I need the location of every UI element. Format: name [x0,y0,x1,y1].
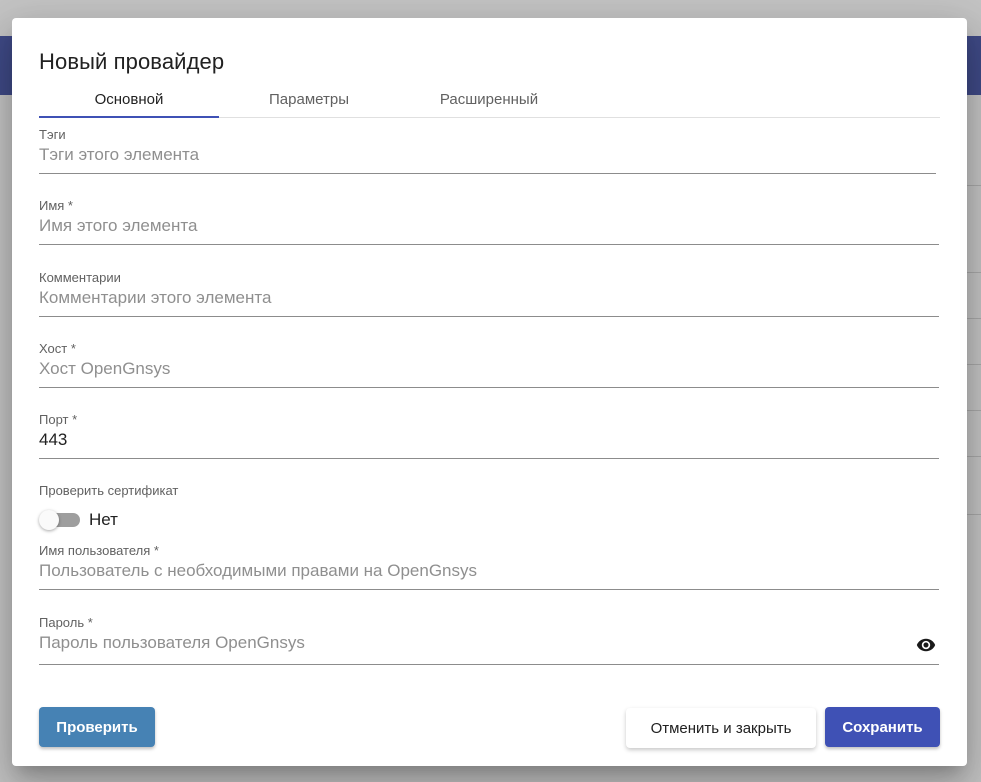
port-underline [39,458,939,459]
verify-cert-label: Проверить сертификат [39,483,179,498]
comments-label: Комментарии [39,270,121,285]
port-input[interactable] [39,428,939,452]
toggle-thumb[interactable] [39,510,59,530]
username-label: Имя пользователя * [39,543,159,558]
username-input[interactable] [39,559,939,583]
password-label: Пароль * [39,615,93,630]
tab-main[interactable]: Основной [39,82,219,118]
name-label: Имя * [39,198,73,213]
verify-cert-toggle[interactable]: Нет [39,509,118,531]
host-underline [39,387,939,388]
dialog-title: Новый провайдер [39,49,225,74]
new-provider-dialog: Новый провайдер Основной Параметры Расши… [12,18,967,766]
password-underline [39,664,939,665]
host-input[interactable] [39,357,939,381]
eye-icon[interactable] [913,635,939,655]
name-underline [39,244,939,245]
port-label: Порт * [39,412,78,427]
tab-advanced[interactable]: Расширенный [399,82,579,117]
comments-underline [39,316,939,317]
verify-cert-state: Нет [89,510,118,529]
toggle-track[interactable] [39,510,80,530]
tab-bar: Основной Параметры Расширенный [39,82,940,118]
tags-underline [39,173,936,174]
name-input[interactable] [39,214,939,238]
host-label: Хост * [39,341,76,356]
comments-input[interactable] [39,286,939,310]
username-underline [39,589,939,590]
password-input[interactable] [39,631,889,655]
save-button[interactable]: Сохранить [825,707,940,747]
test-button[interactable]: Проверить [39,707,155,747]
tags-label: Тэги [39,127,66,142]
tab-parameters[interactable]: Параметры [219,82,399,117]
tags-input[interactable] [39,143,936,167]
cancel-and-close-button[interactable]: Отменить и закрыть [626,708,816,748]
